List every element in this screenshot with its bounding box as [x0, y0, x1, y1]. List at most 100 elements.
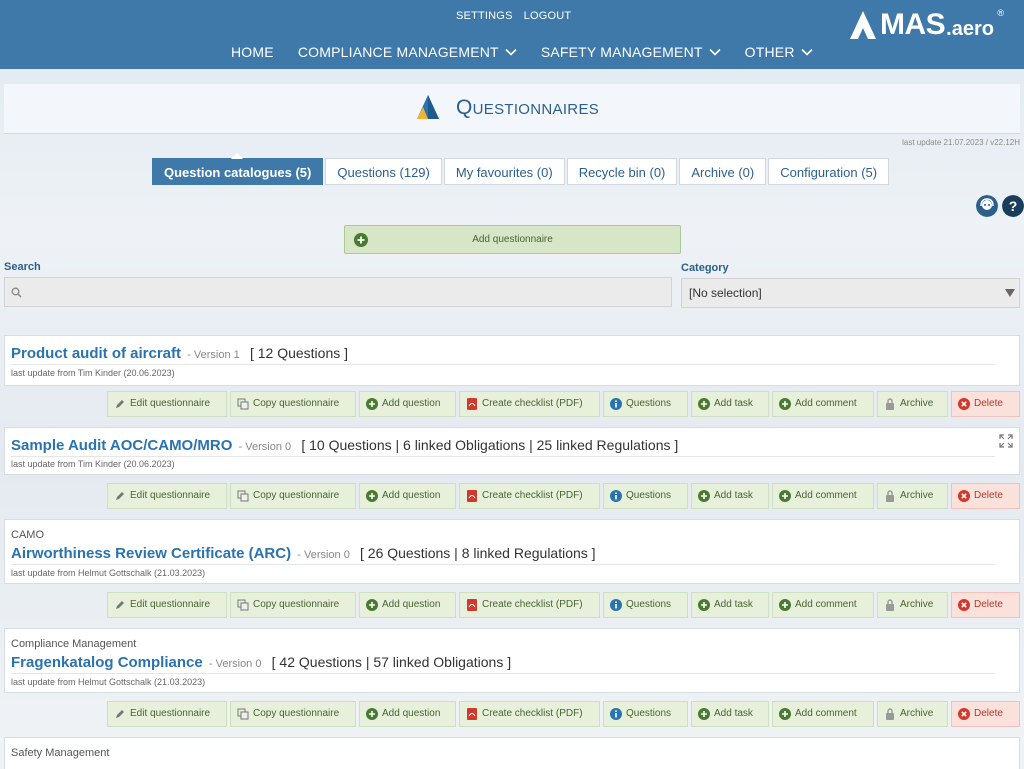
delete-button[interactable]: Delete [951, 483, 1020, 509]
search-field [4, 277, 672, 307]
chevron-down-icon [801, 48, 813, 56]
catalogue-card: Compliance Management Fragenkatalog Comp… [4, 628, 1020, 693]
plus-circle-icon [366, 708, 378, 720]
add-question-button[interactable]: Add question [359, 701, 456, 727]
nav-home[interactable]: HOME [231, 44, 274, 60]
add-comment-button[interactable]: Add comment [772, 701, 874, 727]
edit-label: Edit questionnaire [130, 490, 211, 501]
chevron-down-icon [505, 48, 517, 56]
catalogue-title[interactable]: Airworthiness Review Certificate (ARC) [11, 545, 291, 562]
catalogue-counts: [ 12 Questions ] [249, 345, 349, 361]
archive-button[interactable]: Archive [877, 483, 948, 509]
lock-icon [886, 398, 894, 410]
delete-button[interactable]: Delete [951, 391, 1020, 417]
add-questionnaire-button[interactable]: Add questionnaire [344, 225, 681, 254]
plus-circle-icon [779, 398, 791, 410]
catalogue-title[interactable]: Product audit of aircraft [11, 345, 181, 362]
delete-button[interactable]: Delete [951, 592, 1020, 618]
edit-questionnaire-button[interactable]: Edit questionnaire [107, 701, 227, 727]
nav-other-label: OTHER [744, 44, 795, 60]
logo-mark-icon [850, 11, 876, 39]
copy-questionnaire-button[interactable]: Copy questionnaire [230, 483, 356, 509]
tab-my-favourites[interactable]: My favourites (0) [443, 158, 565, 185]
add-question-label: Add question [382, 708, 441, 719]
expand-icon[interactable] [999, 434, 1013, 448]
create-checklist-pdf-button[interactable]: Create checklist (PDF) [459, 701, 600, 727]
delete-label: Delete [974, 708, 1003, 719]
copy-icon [237, 398, 249, 410]
tab-configuration[interactable]: Configuration (5) [768, 158, 890, 185]
tab-archive[interactable]: Archive (0) [679, 158, 767, 185]
add-question-label: Add question [382, 599, 441, 610]
plus-circle-icon [779, 490, 791, 502]
edit-questionnaire-button[interactable]: Edit questionnaire [107, 483, 227, 509]
add-question-button[interactable]: Add question [359, 391, 456, 417]
plus-circle-icon [354, 233, 368, 247]
help-icons: ? [972, 195, 1024, 217]
category-select[interactable]: [No selection] [681, 278, 1020, 308]
copy-questionnaire-button[interactable]: Copy questionnaire [230, 391, 356, 417]
catalogue-title[interactable]: Sample Audit AOC/CAMO/MRO [11, 437, 232, 454]
last-update-info: last update 21.07.2023 / v22.12H [902, 138, 1020, 147]
nav-safety-management[interactable]: SAFETY MANAGEMENT [541, 44, 721, 60]
add-task-button[interactable]: Add task [691, 701, 769, 727]
create-checklist-label: Create checklist (PDF) [482, 490, 583, 501]
lock-icon [886, 708, 894, 720]
logout-link[interactable]: LOGOUT [524, 10, 572, 22]
questions-button[interactable]: Questions [603, 701, 688, 727]
logo-registered: ® [997, 8, 1004, 18]
nav-compliance-label: COMPLIANCE MANAGEMENT [297, 44, 499, 60]
help-icon[interactable]: ? [1002, 195, 1024, 217]
add-task-button[interactable]: Add task [691, 391, 769, 417]
pencil-icon [116, 710, 124, 718]
copy-label: Copy questionnaire [253, 490, 340, 501]
edit-label: Edit questionnaire [130, 708, 211, 719]
copy-questionnaire-button[interactable]: Copy questionnaire [230, 701, 356, 727]
create-checklist-pdf-button[interactable]: Create checklist (PDF) [459, 592, 600, 618]
delete-button[interactable]: Delete [951, 701, 1020, 727]
catalogue-counts: [ 26 Questions | 8 linked Regulations ] [360, 545, 596, 561]
archive-button[interactable]: Archive [877, 391, 948, 417]
questions-button[interactable]: Questions [603, 391, 688, 417]
archive-label: Archive [900, 490, 934, 501]
pencil-icon [116, 400, 124, 408]
add-task-button[interactable]: Add task [691, 483, 769, 509]
search-label: Search [4, 261, 41, 273]
archive-button[interactable]: Archive [877, 701, 948, 727]
nav-other[interactable]: OTHER [745, 44, 813, 60]
pdf-icon [467, 708, 477, 720]
plus-circle-icon [366, 398, 378, 410]
archive-label: Archive [900, 599, 934, 610]
pdf-icon [467, 599, 477, 611]
copy-icon [237, 599, 249, 611]
add-question-button[interactable]: Add question [359, 592, 456, 618]
add-task-label: Add task [714, 398, 753, 409]
add-task-button[interactable]: Add task [691, 592, 769, 618]
amas-logo[interactable]: MAS .aero ® [848, 8, 1004, 42]
questions-button[interactable]: Questions [603, 483, 688, 509]
create-checklist-pdf-button[interactable]: Create checklist (PDF) [459, 483, 600, 509]
settings-link[interactable]: SETTINGS [456, 10, 513, 22]
search-input[interactable] [5, 278, 671, 306]
nav-compliance-management[interactable]: COMPLIANCE MANAGEMENT [298, 44, 517, 60]
add-question-button[interactable]: Add question [359, 483, 456, 509]
tab-recycle-bin[interactable]: Recycle bin (0) [566, 158, 678, 185]
delete-label: Delete [974, 490, 1003, 501]
catalogue-title[interactable]: Fragenkatalog Compliance [11, 654, 203, 671]
tab-question-catalogues[interactable]: Question catalogues (5) [152, 153, 324, 185]
copy-questionnaire-button[interactable]: Copy questionnaire [230, 592, 356, 618]
copy-icon [237, 708, 249, 720]
edit-questionnaire-button[interactable]: Edit questionnaire [107, 592, 227, 618]
add-comment-button[interactable]: Add comment [772, 483, 874, 509]
edit-questionnaire-button[interactable]: Edit questionnaire [107, 391, 227, 417]
archive-button[interactable]: Archive [877, 592, 948, 618]
support-agent-icon[interactable] [976, 195, 998, 217]
create-checklist-pdf-button[interactable]: Create checklist (PDF) [459, 391, 600, 417]
add-comment-button[interactable]: Add comment [772, 592, 874, 618]
tab-questions[interactable]: Questions (129) [325, 158, 442, 185]
plus-circle-icon [698, 708, 710, 720]
add-comment-label: Add comment [795, 398, 857, 409]
questions-button[interactable]: Questions [603, 592, 688, 618]
top-links: SETTINGS LOGOUT [456, 10, 579, 22]
add-comment-button[interactable]: Add comment [772, 391, 874, 417]
